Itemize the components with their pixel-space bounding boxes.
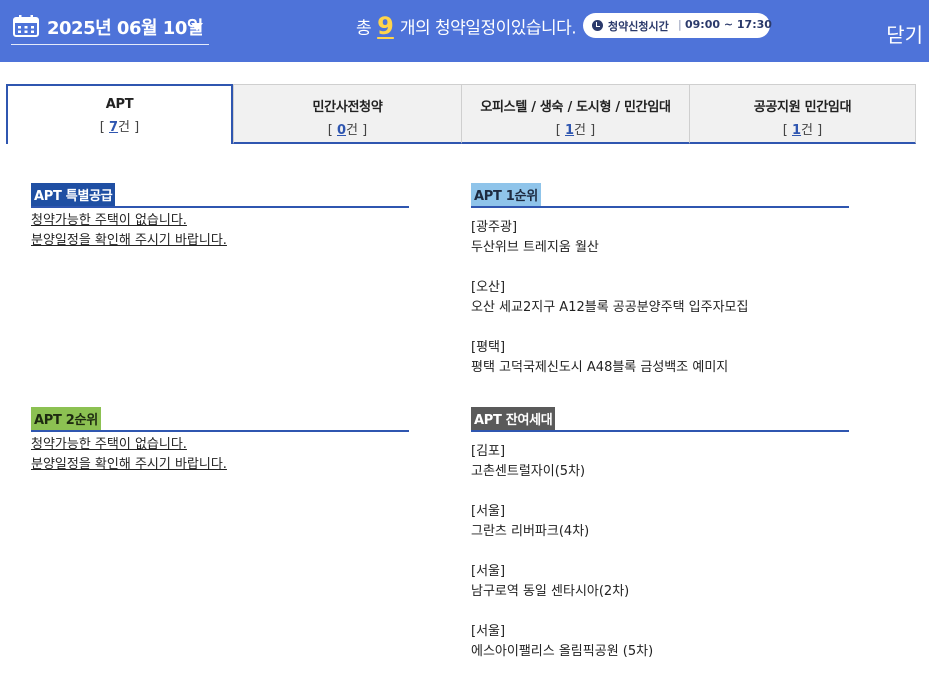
section-first-rank: APT 1순위 [광주광] 두산위브 트레지움 월산 [오산] 오산 세교2지구… bbox=[471, 183, 849, 378]
section-header: APT 1순위 bbox=[471, 183, 849, 208]
tab-label: 공공지원 민간임대 bbox=[753, 100, 852, 115]
tab-count: [ 1건 ] bbox=[555, 123, 596, 138]
calendar-icon bbox=[13, 15, 39, 37]
entry-region: [김포] bbox=[471, 444, 506, 459]
tab-count: [ 7건 ] bbox=[99, 120, 140, 135]
entry-region: [오산] bbox=[471, 280, 506, 295]
entry-name: 두산위브 트레지움 월산 bbox=[471, 240, 599, 255]
header-bar: 2025년 06월 10일 총 9 개의 청약일정이있습니다. 청약신청시간 | 0… bbox=[0, 0, 929, 62]
list-item[interactable]: [광주광] 두산위브 트레지움 월산 bbox=[471, 218, 849, 258]
schedule-count: 9 bbox=[377, 12, 394, 40]
section-special-supply: APT 특별공급 청약가능한 주택이 없습니다. 분양일정을 확인해 주시기 바… bbox=[31, 183, 409, 251]
section-title: APT 특별공급 bbox=[31, 183, 116, 206]
application-time-badge: 청약신청시간 | 09:00 ~ 17:30 bbox=[583, 13, 772, 38]
entry-name: 에스아이팰리스 올림픽공원 (5차) bbox=[471, 644, 654, 659]
tab-label: 오피스텔 / 생숙 / 도시형 / 민간임대 bbox=[480, 100, 671, 115]
tab-count: [ 1건 ] bbox=[782, 123, 823, 138]
tab-label: 민간사전청약 bbox=[312, 100, 383, 115]
empty-message: 청약가능한 주택이 없습니다. 분양일정을 확인해 주시기 바랍니다. bbox=[31, 435, 409, 475]
tab-private-pre-subscription[interactable]: 민간사전청약 [ 0건 ] bbox=[233, 84, 462, 144]
selected-date: 2025년 06월 10일 bbox=[47, 18, 203, 39]
list-item[interactable]: [서울] 그란츠 리버파크(4차) bbox=[471, 502, 849, 542]
section-title: APT 잔여세대 bbox=[471, 407, 556, 430]
time-separator: | bbox=[678, 18, 682, 31]
tab-public-private-rental[interactable]: 공공지원 민간임대 [ 1건 ] bbox=[689, 84, 916, 144]
section-title: APT 2순위 bbox=[31, 407, 101, 430]
list-item[interactable]: [서울] 남구로역 동일 센타시아(2차) bbox=[471, 562, 849, 602]
entry-name: 그란츠 리버파크(4차) bbox=[471, 524, 590, 539]
list-item[interactable]: [오산] 오산 세교2지구 A12블록 공공분양주택 입주자모집 bbox=[471, 278, 849, 318]
empty-message: 청약가능한 주택이 없습니다. 분양일정을 확인해 주시기 바랍니다. bbox=[31, 211, 409, 251]
entry-name: 평택 고덕국제신도시 A48블록 금성백조 예미지 bbox=[471, 360, 729, 375]
empty-message-line[interactable]: 청약가능한 주택이 없습니다. bbox=[31, 211, 409, 231]
clock-icon bbox=[592, 20, 603, 31]
category-tabs: APT [ 7건 ] 민간사전청약 [ 0건 ] 오피스텔 / 생숙 / 도시형… bbox=[6, 84, 916, 144]
empty-message-line[interactable]: 분양일정을 확인해 주시기 바랍니다. bbox=[31, 231, 409, 251]
entry-name: 남구로역 동일 센타시아(2차) bbox=[471, 584, 630, 599]
tab-officetel[interactable]: 오피스텔 / 생숙 / 도시형 / 민간임대 [ 1건 ] bbox=[461, 84, 690, 144]
list-item[interactable]: [평택] 평택 고덕국제신도시 A48블록 금성백조 예미지 bbox=[471, 338, 849, 378]
summary-suffix: 개의 청약일정이있습니다. bbox=[399, 18, 577, 39]
schedule-summary: 총 9 개의 청약일정이있습니다. bbox=[356, 12, 577, 42]
list-item[interactable]: [서울] 에스아이팰리스 올림픽공원 (5차) bbox=[471, 622, 849, 662]
time-range: 09:00 ~ 17:30 bbox=[685, 18, 772, 31]
section-header: APT 잔여세대 bbox=[471, 407, 849, 432]
close-button[interactable]: 닫기 bbox=[886, 19, 923, 48]
empty-message-line[interactable]: 청약가능한 주택이 없습니다. bbox=[31, 435, 409, 455]
entry-region: [평택] bbox=[471, 340, 506, 355]
entry-region: [광주광] bbox=[471, 220, 518, 235]
empty-message-line[interactable]: 분양일정을 확인해 주시기 바랍니다. bbox=[31, 455, 409, 475]
entry-region: [서울] bbox=[471, 504, 506, 519]
entry-name: 고촌센트럴자이(5차) bbox=[471, 464, 586, 479]
section-second-rank: APT 2순위 청약가능한 주택이 없습니다. 분양일정을 확인해 주시기 바랍… bbox=[31, 407, 409, 475]
time-label: 청약신청시간 bbox=[608, 20, 669, 33]
section-header: APT 2순위 bbox=[31, 407, 409, 432]
tab-label: APT bbox=[105, 97, 134, 112]
section-header: APT 특별공급 bbox=[31, 183, 409, 208]
section-remaining-units: APT 잔여세대 [김포] 고촌센트럴자이(5차) [서울] 그란츠 리버파크(… bbox=[471, 407, 849, 662]
entry-name: 오산 세교2지구 A12블록 공공분양주택 입주자모집 bbox=[471, 300, 749, 315]
list-item[interactable]: [김포] 고촌센트럴자이(5차) bbox=[471, 442, 849, 482]
date-selector[interactable]: 2025년 06월 10일 bbox=[11, 9, 209, 45]
tab-count: [ 0건 ] bbox=[327, 123, 368, 138]
section-title: APT 1순위 bbox=[471, 183, 541, 206]
summary-prefix: 총 bbox=[356, 18, 372, 39]
tab-apt[interactable]: APT [ 7건 ] bbox=[6, 84, 233, 144]
entry-region: [서울] bbox=[471, 564, 506, 579]
entry-region: [서울] bbox=[471, 624, 506, 639]
chevron-down-icon bbox=[191, 23, 203, 31]
